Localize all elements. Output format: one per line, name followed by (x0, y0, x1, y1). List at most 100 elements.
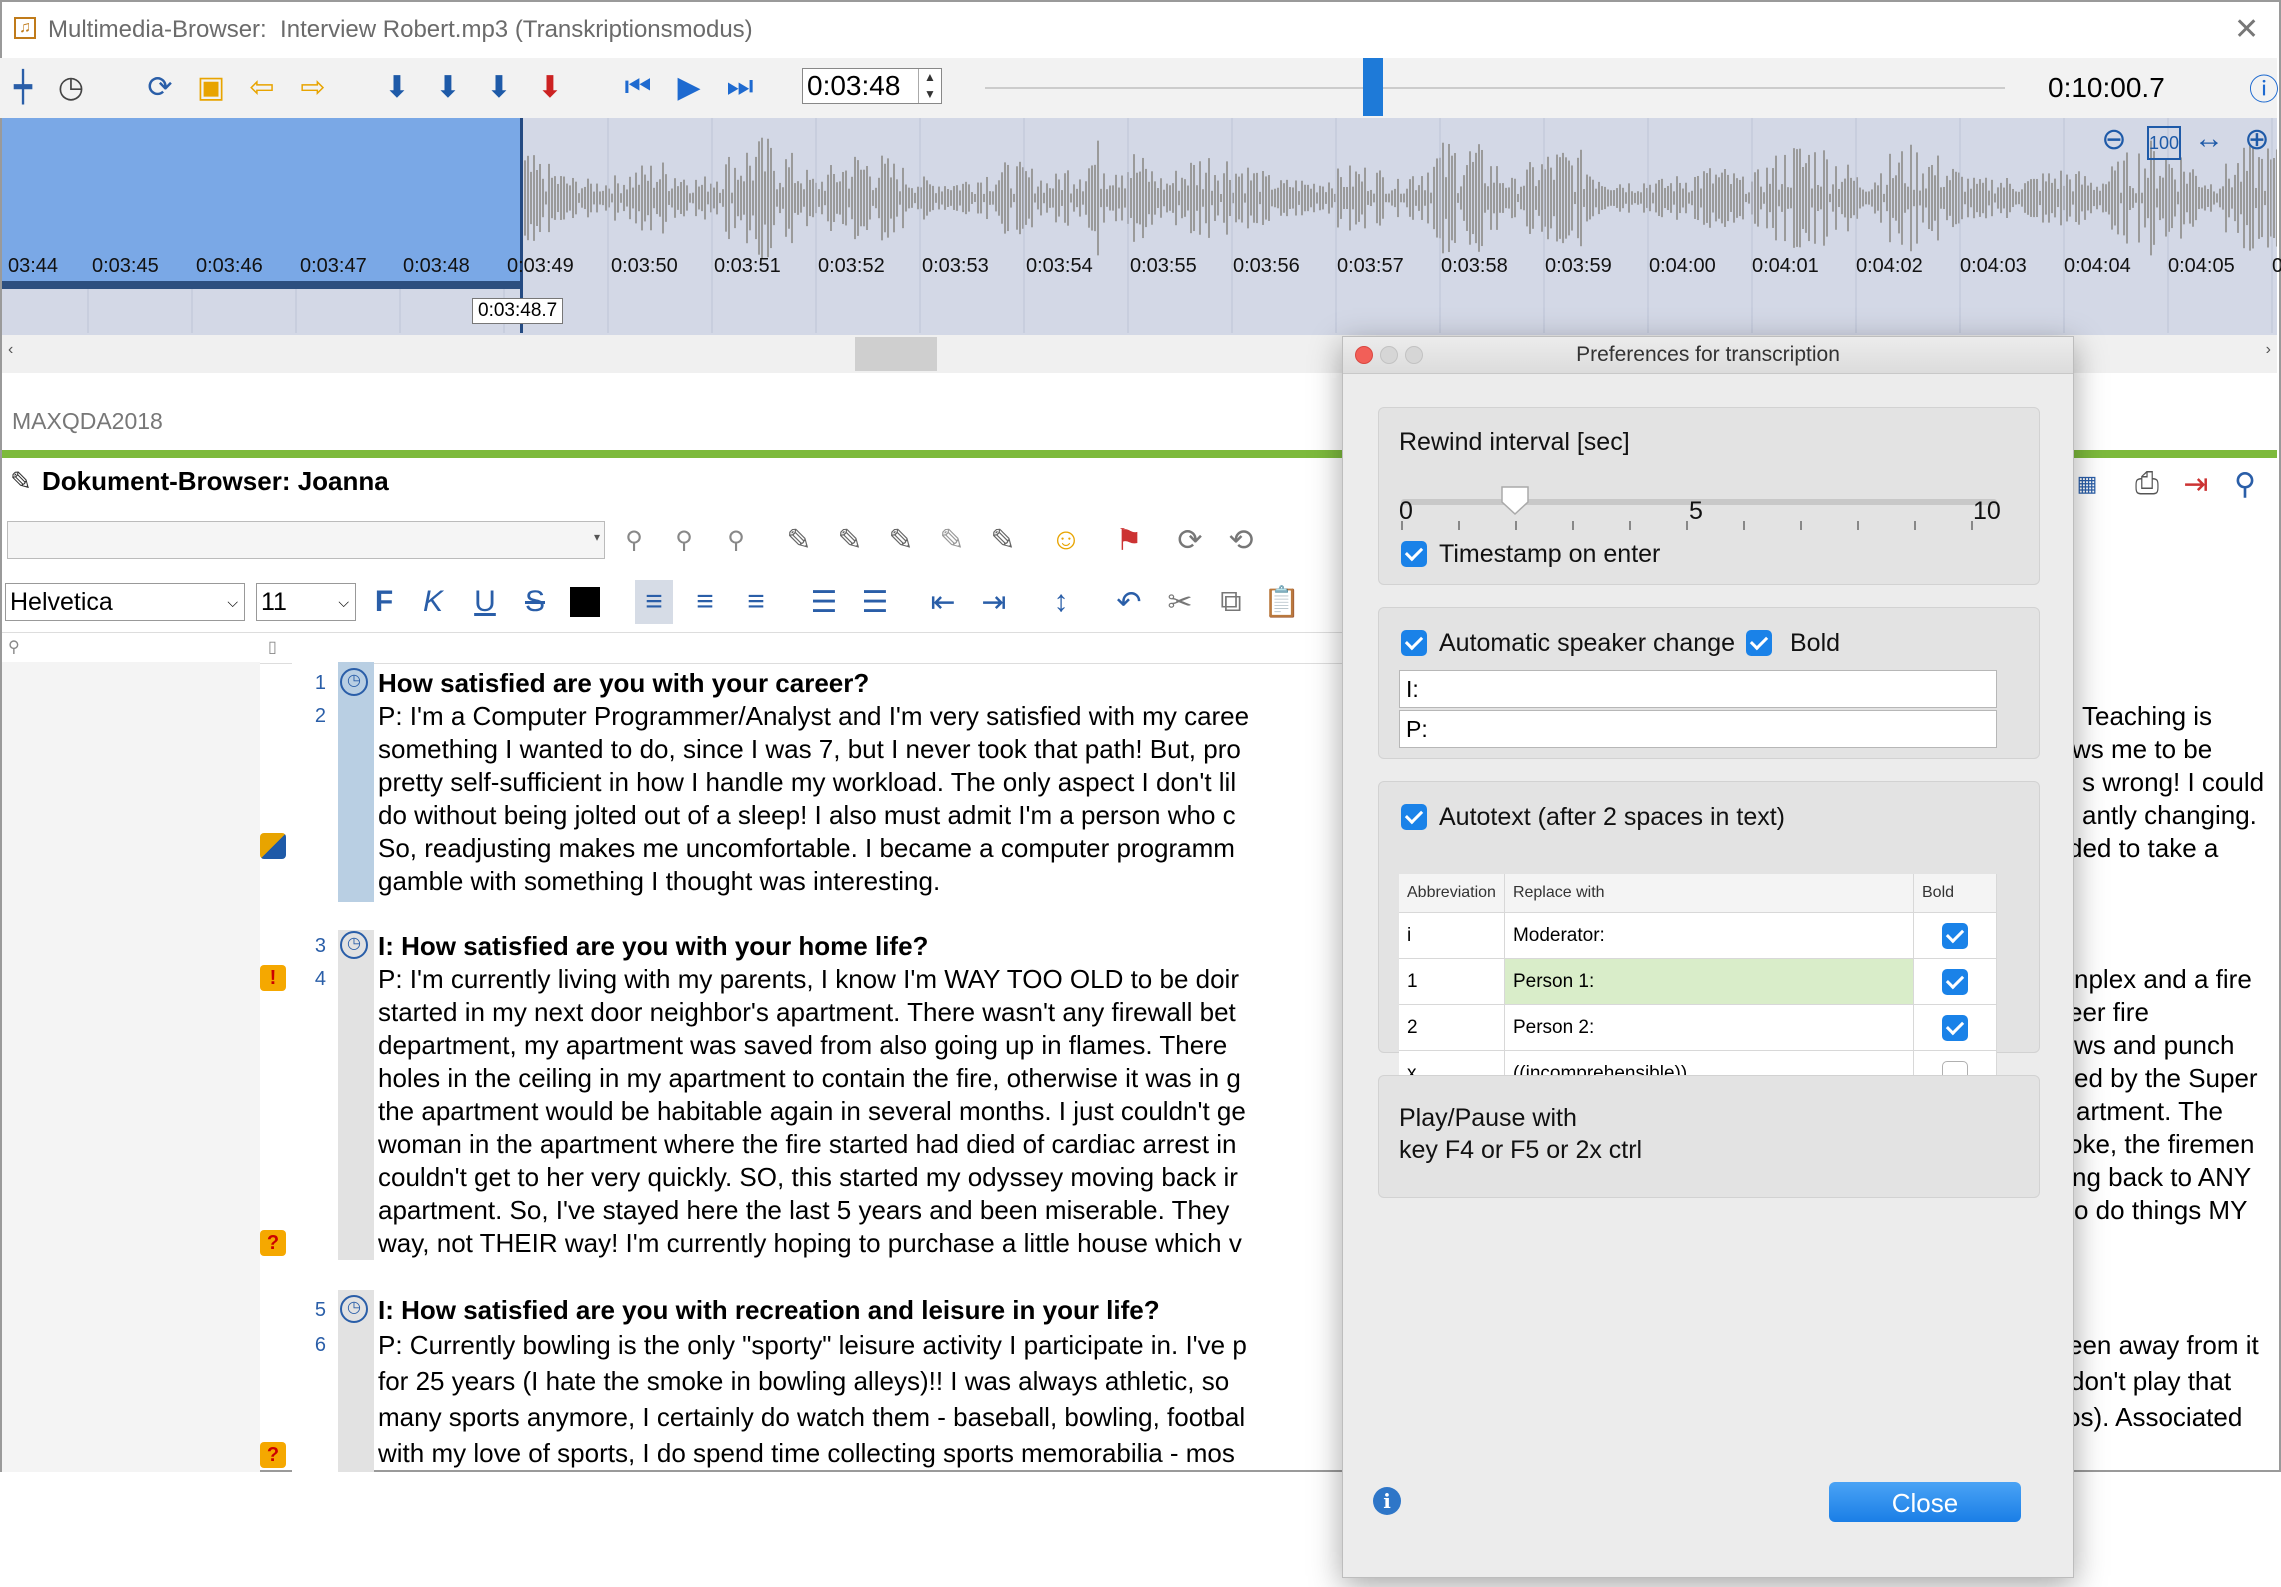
text-color-icon[interactable] (566, 580, 604, 624)
code-multi-icon[interactable]: ⚲ (717, 518, 755, 562)
timestamp-checkbox[interactable] (1401, 541, 1427, 567)
autotext-replacement[interactable]: Person 1: (1504, 958, 1915, 1005)
emoji-icon[interactable]: ☺ (1047, 518, 1085, 562)
highlighter-icon[interactable]: ✎ (780, 518, 818, 562)
position-thumb[interactable] (1363, 58, 1383, 116)
answer-line[interactable]: the apartment would be habitable again i… (378, 1096, 1246, 1127)
indent-icon[interactable]: ⇥ (975, 580, 1013, 624)
question-line[interactable]: How satisfied are you with your career? (378, 668, 869, 699)
import-icon[interactable]: ⇦ (243, 68, 281, 106)
link-add-icon[interactable]: ⟳ (1171, 518, 1209, 562)
font-size-select[interactable]: 11 ⌵ (256, 583, 356, 621)
code-dropdown[interactable]: ▾ (7, 521, 605, 559)
current-time-stepper[interactable]: 0:03:48 ▲ ▼ (802, 68, 942, 104)
cut-icon[interactable]: ✂ (1161, 580, 1199, 624)
close-button[interactable]: Close (1829, 1482, 2021, 1522)
highlighter-3-icon[interactable]: ✎ (882, 518, 920, 562)
marker-delete-icon[interactable]: ⬇ (531, 68, 569, 106)
autotext-bold-checkbox[interactable] (1942, 1014, 1968, 1041)
highlighter-2-icon[interactable]: ✎ (831, 518, 869, 562)
autotext-row[interactable]: 1 Person 1: (1399, 958, 1997, 1005)
autotext-row[interactable]: i Moderator: (1399, 912, 1997, 959)
answer-line[interactable]: woman in the apartment where the fire st… (378, 1129, 1236, 1160)
highlighter-4-icon[interactable]: ✎ (933, 518, 971, 562)
font-select[interactable]: Helvetica ⌵ (5, 583, 245, 621)
underline-icon[interactable]: U (466, 580, 504, 624)
link-remove-icon[interactable]: ⟲ (1222, 518, 1260, 562)
marker-out-icon[interactable]: ⬇ (429, 68, 467, 106)
italic-icon[interactable]: K (414, 580, 452, 624)
autotext-replacement[interactable]: Person 2: (1504, 1004, 1915, 1051)
speaker1-field[interactable]: I: (1399, 670, 1997, 708)
autotext-replacement[interactable]: Moderator: (1504, 912, 1915, 959)
scroll-left-icon[interactable]: ‹ (8, 341, 13, 359)
skip-back-icon[interactable]: ⏮ (619, 68, 657, 106)
answer-line[interactable]: P: I'm a Computer Programmer/Analyst and… (378, 701, 1249, 732)
zoom-in-icon[interactable]: ⊕ (2238, 120, 2276, 158)
bullet-list-icon[interactable]: ☰ (805, 580, 843, 624)
paste-icon[interactable]: 📋 (1263, 580, 1301, 624)
answer-line[interactable]: So, readjusting makes me uncomfortable. … (378, 833, 1235, 864)
export-document-icon[interactable]: ⇥ (2177, 462, 2215, 506)
outdent-icon[interactable]: ⇤ (924, 580, 962, 624)
scroll-right-icon[interactable]: › (2266, 341, 2271, 359)
numbered-list-icon[interactable]: ☰ (856, 580, 894, 624)
align-left-icon[interactable]: ≡ (635, 580, 673, 624)
pin-icon[interactable]: ⚲ (615, 518, 653, 562)
autotext-bold-checkbox[interactable] (1942, 968, 1968, 995)
answer-line[interactable]: with my love of sports, I do spend time … (378, 1438, 1235, 1469)
position-track[interactable] (985, 87, 2005, 89)
print-icon[interactable]: ⎙ (2128, 462, 2166, 506)
autotext-row[interactable]: 2 Person 2: (1399, 1004, 1997, 1051)
skip-forward-icon[interactable]: ⏭ (721, 68, 759, 106)
scrollbar-thumb[interactable] (855, 337, 937, 371)
autotext-abbreviation[interactable]: 2 (1399, 1004, 1505, 1051)
geolink-icon[interactable]: ⚑ (1110, 518, 1148, 562)
strikethrough-icon[interactable]: S (516, 580, 554, 624)
timestamp-clock-icon[interactable]: ◷ (340, 668, 368, 696)
answer-line[interactable]: holes in the ceiling in my apartment to … (378, 1063, 1241, 1094)
export-icon[interactable]: ⇨ (294, 68, 332, 106)
bold-icon[interactable]: F (365, 580, 403, 624)
answer-line[interactable]: couldn't get to her very quickly. SO, th… (378, 1162, 1238, 1193)
dialog-info-icon[interactable]: i (1373, 1487, 1401, 1515)
zoom-out-icon[interactable]: ⊖ (2095, 120, 2133, 158)
timestamp-clock-icon[interactable]: ◷ (340, 1295, 368, 1323)
autotext-abbreviation[interactable]: i (1399, 912, 1505, 959)
code-marker-icon[interactable] (260, 833, 286, 859)
undo-icon[interactable]: ↶ (1110, 580, 1148, 624)
highlighter-5-icon[interactable]: ✎ (984, 518, 1022, 562)
speaker2-field[interactable]: P: (1399, 710, 1997, 748)
add-folder-icon[interactable]: ▣ (192, 68, 230, 106)
autotext-abbreviation[interactable]: 1 (1399, 958, 1505, 1005)
answer-line[interactable]: started in my next door neighbor's apart… (378, 997, 1236, 1028)
answer-line[interactable]: P: I'm currently living with my parents,… (378, 964, 1239, 995)
answer-line[interactable]: way, not THEIR way! I'm currently hoping… (378, 1228, 1242, 1259)
timer-settings-icon[interactable]: ◷ (52, 68, 90, 106)
info-icon[interactable]: ⓘ (2245, 68, 2281, 107)
memo-question-icon[interactable]: ? (260, 1442, 286, 1468)
line-spacing-icon[interactable]: ↕ (1042, 580, 1080, 624)
autotext-bold-checkbox[interactable] (1942, 922, 1968, 949)
answer-line[interactable]: gamble with something I thought was inte… (378, 866, 940, 897)
question-line[interactable]: I: How satisfied are you with your home … (378, 931, 928, 962)
fit-width-icon[interactable]: ↔ (2190, 120, 2228, 158)
copy-icon[interactable]: ⧉ (1212, 580, 1250, 624)
marker-edit-icon[interactable]: ⬇ (480, 68, 518, 106)
answer-line[interactable]: something I wanted to do, since I was 7,… (378, 734, 1241, 765)
align-center-icon[interactable]: ≡ (686, 580, 724, 624)
autotext-checkbox[interactable] (1401, 804, 1427, 830)
answer-line[interactable]: apartment. So, I've stayed here the last… (378, 1195, 1229, 1226)
answer-line[interactable]: for 25 years (I hate the smoke in bowlin… (378, 1366, 1229, 1397)
close-window-icon[interactable]: ✕ (2234, 12, 2259, 47)
zoom-100-icon[interactable]: 100 (2147, 126, 2181, 160)
speaker-change-checkbox[interactable] (1401, 630, 1427, 656)
align-right-icon[interactable]: ≡ (737, 580, 775, 624)
code-add-icon[interactable]: ⚲ (665, 518, 703, 562)
answer-line[interactable]: P: Currently bowling is the only "sporty… (378, 1330, 1247, 1361)
play-icon[interactable]: ▶ (670, 68, 708, 106)
question-line[interactable]: I: How satisfied are you with recreation… (378, 1295, 1160, 1326)
answer-line[interactable]: department, my apartment was saved from … (378, 1030, 1227, 1061)
search-icon[interactable]: ⚲ (2226, 462, 2264, 506)
answer-line[interactable]: do without being jolted out of a sleep! … (378, 800, 1236, 831)
